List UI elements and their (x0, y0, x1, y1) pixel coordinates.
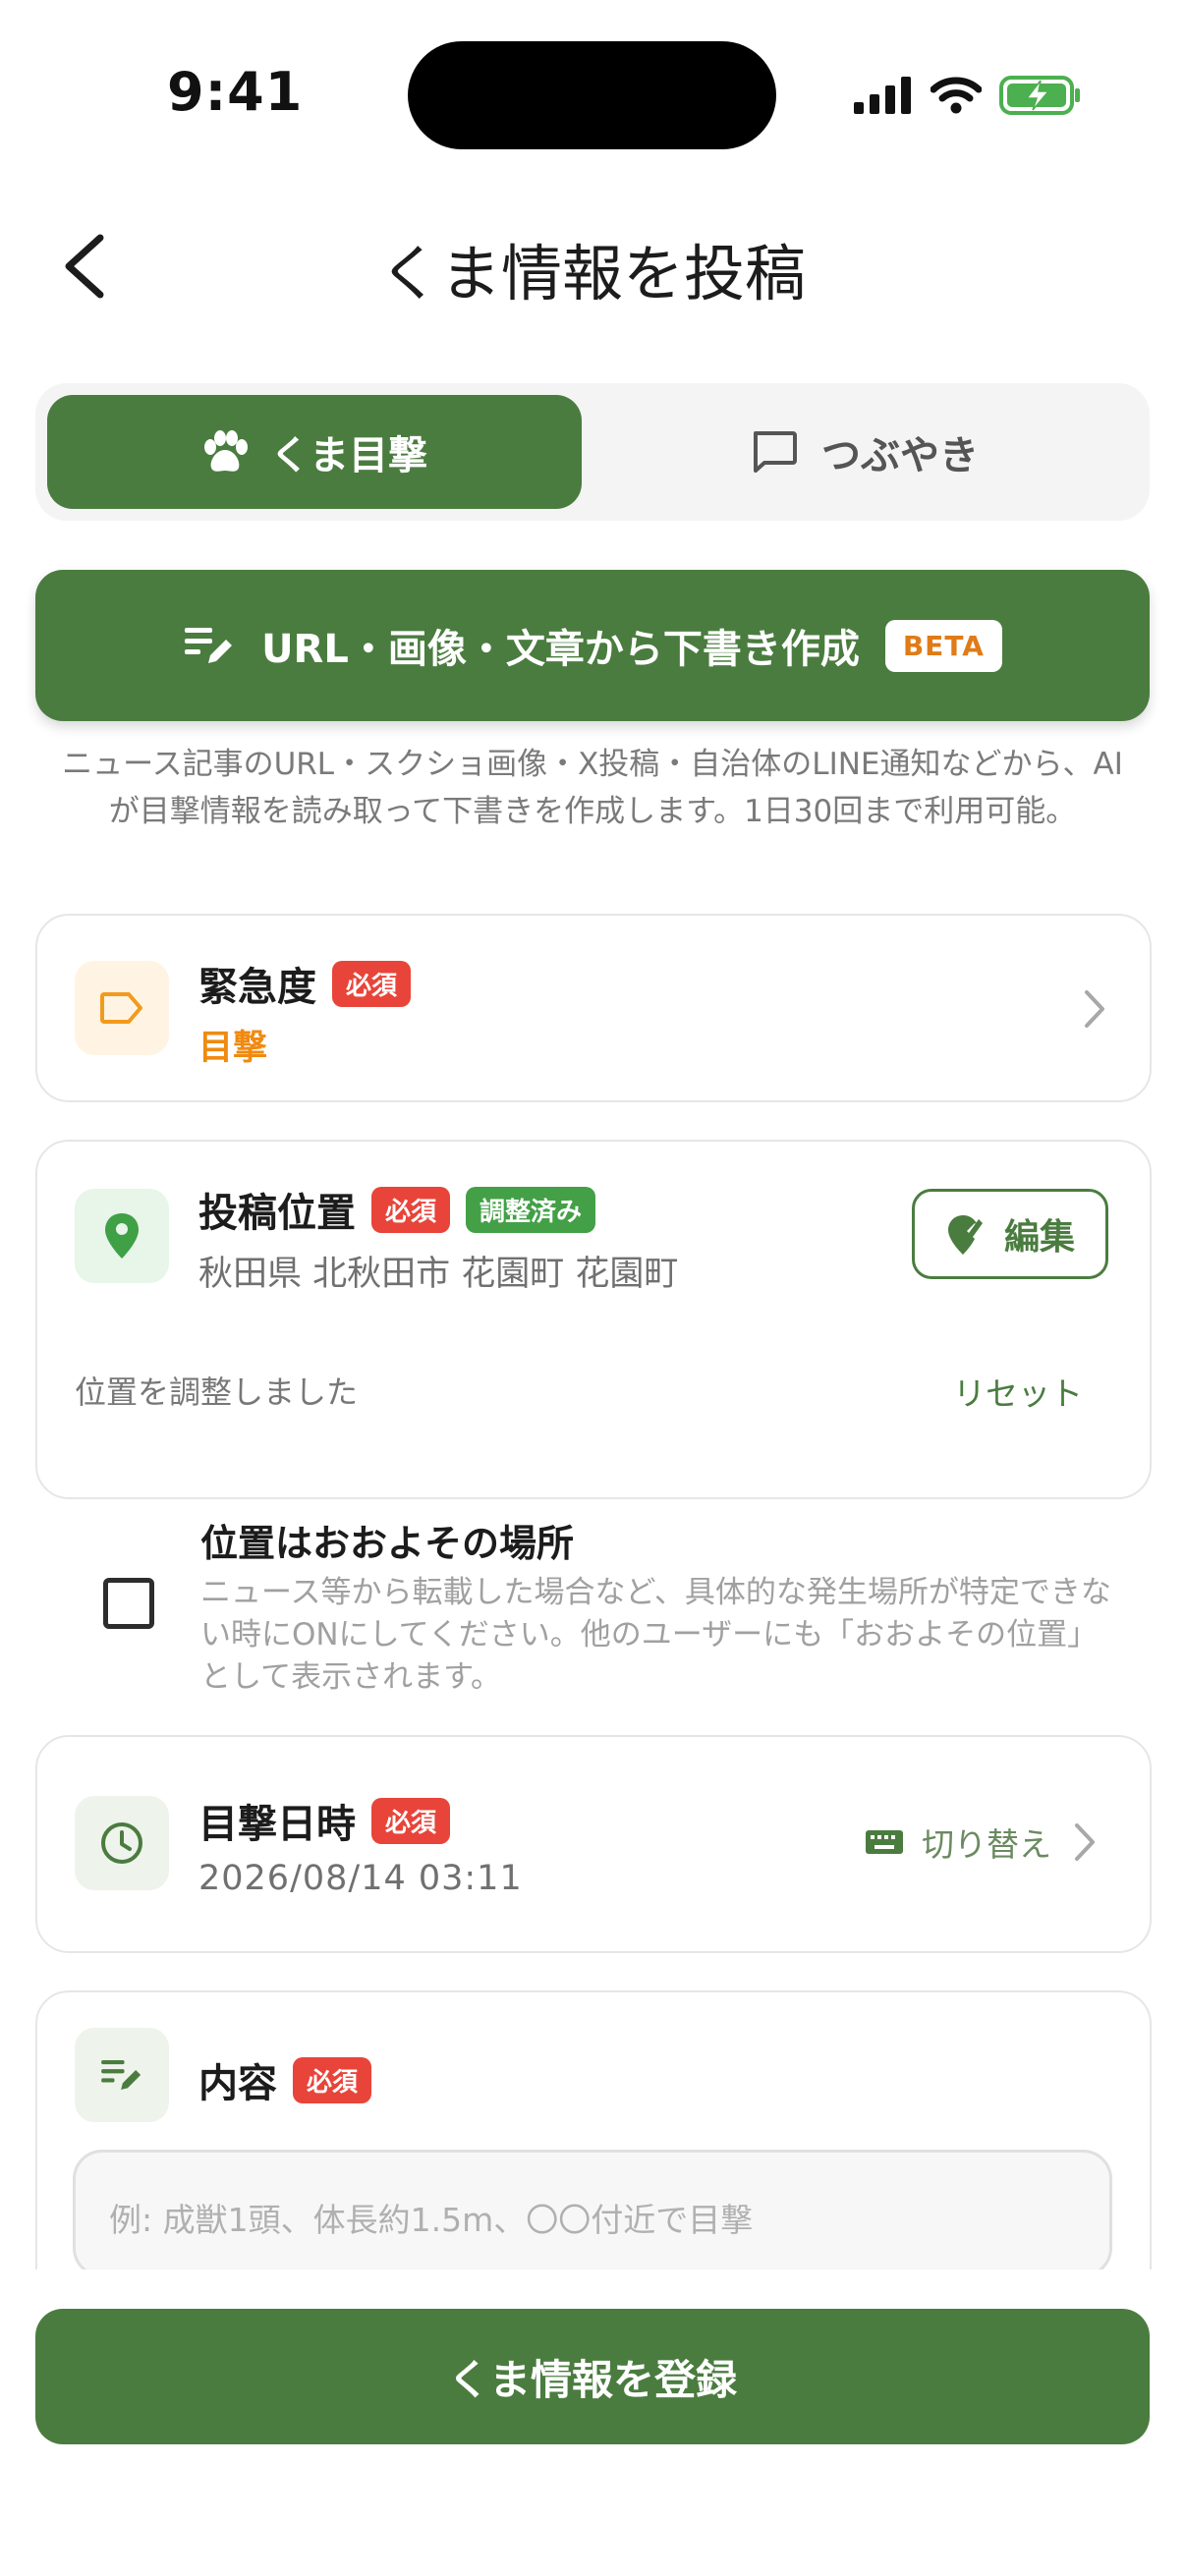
tab-tweet[interactable]: つぶやき (590, 395, 1140, 509)
datetime-card[interactable]: 目撃日時 必須 2026/08/14 03:11 切り替え (35, 1735, 1152, 1953)
location-label: 投稿位置 (198, 1191, 356, 1236)
content-textarea[interactable]: 例: 成獣1頭、体長約1.5m、〇〇付近で目撃 (73, 2150, 1112, 2277)
status-time: 9:41 (167, 61, 304, 123)
submit-button[interactable]: くま情報を登録 (35, 2309, 1150, 2444)
datetime-title-row: 目撃日時 必須 (198, 1792, 451, 1849)
required-badge: 必須 (293, 2056, 372, 2103)
urgency-card[interactable]: 緊急度 必須 目撃 (35, 914, 1152, 1102)
location-edit-button[interactable]: 編集 (912, 1189, 1108, 1279)
location-adjusted-note: 位置を調整しました (75, 1373, 359, 1411)
location-edit-label: 編集 (1003, 1217, 1075, 1258)
adjusted-badge: 調整済み (466, 1186, 596, 1233)
status-icons (854, 71, 1082, 120)
paw-icon (204, 430, 248, 472)
chevron-right-icon (1085, 990, 1104, 1028)
input-mode-toggle[interactable]: 切り替え (865, 1818, 1099, 1867)
urgency-icon-box (75, 961, 169, 1055)
keyboard-icon (866, 1830, 903, 1854)
location-title-row: 投稿位置 必須 調整済み (198, 1181, 596, 1238)
clock-icon (101, 1822, 142, 1864)
datetime-icon-box (75, 1796, 169, 1890)
urgency-label: 緊急度 (198, 965, 316, 1010)
required-badge: 必須 (371, 1186, 451, 1233)
approx-location-description: ニュース等から転載した場合など、具体的な発生場所が特定できない時にONにしてくだ… (200, 1575, 1111, 1695)
battery-charging-icon (999, 76, 1080, 115)
urgency-value: 目撃 (198, 1029, 268, 1068)
location-address: 秋田県 北秋田市 花園町 花園町 (198, 1255, 679, 1294)
wifi-icon (931, 77, 982, 114)
page-title: くま情報を投稿 (378, 238, 806, 309)
location-icon-box (75, 1189, 169, 1283)
ai-draft-label: URL・画像・文章から下書き作成 (261, 627, 860, 672)
urgency-title-row: 緊急度 必須 (198, 955, 412, 1012)
approx-location-checkbox[interactable] (103, 1578, 154, 1629)
content-icon-box (75, 2028, 169, 2122)
required-badge: 必須 (332, 960, 412, 1007)
chevron-right-icon (1075, 1823, 1095, 1861)
tab-bear-sighting-label: くま目撃 (270, 433, 427, 478)
ai-draft-button[interactable]: URL・画像・文章から下書き作成 BETA (35, 570, 1150, 721)
edit-note-icon (185, 628, 233, 663)
tab-tweet-label: つぶやき (821, 433, 979, 478)
beta-badge: BETA (884, 619, 1002, 672)
tab-bear-sighting[interactable]: くま目撃 (47, 395, 582, 509)
tag-icon (100, 992, 142, 1024)
content-label: 内容 (198, 2061, 277, 2106)
signal-icon (854, 77, 911, 114)
dynamic-island (408, 41, 776, 149)
location-reset-link[interactable]: リセット (953, 1368, 1083, 1415)
datetime-value: 2026/08/14 03:11 (198, 1859, 523, 1898)
edit-location-icon (947, 1215, 983, 1255)
ai-draft-description: ニュース記事のURL・スクショ画像・X投稿・自治体のLINE通知などから、AIが… (62, 747, 1123, 829)
content-title-row: 内容 必須 (198, 2051, 372, 2108)
input-mode-toggle-label: 切り替え (922, 1825, 1051, 1864)
edit-note-icon (101, 2060, 141, 2090)
map-pin-icon (105, 1213, 139, 1259)
required-badge: 必須 (371, 1797, 451, 1844)
speech-bubble-icon (754, 431, 797, 473)
approx-location-label: 位置はおおよその場所 (200, 1522, 575, 1565)
datetime-label: 目撃日時 (198, 1802, 356, 1847)
